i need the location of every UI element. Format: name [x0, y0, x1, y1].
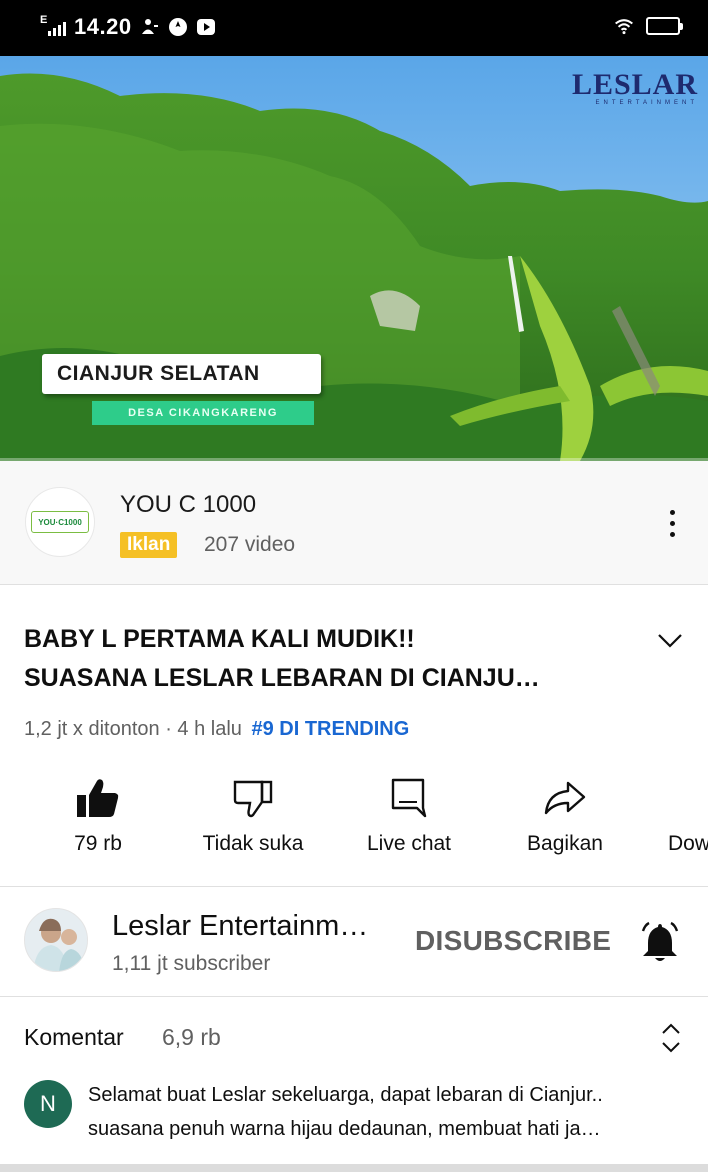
ad-avatar[interactable]: YOU·C1000 — [25, 487, 95, 557]
location-subtitle: DESA CIKANGKARENG — [92, 401, 314, 425]
comment-line2: suasana penuh warna hijau dedaunan, memb… — [88, 1118, 601, 1140]
network-type: E — [40, 14, 48, 26]
dislike-button[interactable]: Tidak suka — [188, 770, 318, 870]
download-icon — [668, 770, 708, 826]
status-time: 14.20 — [74, 14, 132, 39]
ad-badge: Iklan — [120, 532, 178, 558]
download-label: Dow — [668, 832, 708, 855]
bottom-edge — [0, 1164, 708, 1172]
share-label: Bagikan — [527, 832, 603, 855]
ad-logo: YOU·C1000 — [31, 511, 89, 533]
ad-banner[interactable]: YOU·C1000 YOU C 1000 Iklan 207 video — [0, 461, 708, 585]
trending-link[interactable]: #9 DI TRENDING — [251, 718, 409, 740]
notification-icon — [140, 17, 160, 37]
live-chat-button[interactable]: Live chat — [352, 770, 466, 870]
divider — [0, 886, 708, 887]
comments-label[interactable]: Komentar — [24, 1024, 124, 1051]
expand-collapse-icon[interactable] — [654, 1020, 688, 1056]
battery-level: 57 — [656, 20, 670, 32]
comments-count: 6,9 rb — [162, 1024, 221, 1050]
more-options-icon[interactable] — [652, 503, 692, 543]
video-player[interactable]: LESLAR ENTERTAINMENT CIANJUR SELATAN DES… — [0, 56, 708, 461]
channel-watermark: LESLAR ENTERTAINMENT — [571, 68, 698, 107]
ad-title[interactable]: YOU C 1000 — [120, 491, 256, 519]
wifi-icon — [614, 16, 634, 36]
video-title-line1: BABY L PERTAMA KALI MUDIK!! — [24, 625, 415, 653]
battery-icon: 57 — [646, 17, 683, 35]
ad-video-count: 207 video — [204, 533, 296, 556]
chevron-down-icon[interactable] — [652, 626, 688, 656]
subscriber-count: 1,11 jt subscriber — [112, 952, 271, 975]
video-title-line2: SUASANA LESLAR LEBARAN DI CIANJU… — [24, 664, 540, 692]
bell-icon[interactable] — [636, 918, 684, 966]
download-button[interactable]: Dow — [668, 770, 708, 870]
commenter-avatar[interactable]: N — [24, 1080, 72, 1128]
video-meta: 1,2 jt x ditonton · 4 h lalu #9 DI TREND… — [24, 718, 409, 741]
action-bar: 79 rb Tidak suka Live chat Bagikan Dow — [0, 770, 708, 885]
subscribed-button[interactable]: DISUBSCRIBE — [415, 925, 611, 957]
chat-icon — [352, 770, 466, 826]
thumbs-up-icon — [50, 770, 146, 826]
channel-name[interactable]: Leslar Entertainm… — [112, 910, 368, 943]
like-count: 79 rb — [74, 832, 122, 855]
comment-text[interactable]: Selamat buat Leslar sekeluarga, dapat le… — [88, 1078, 698, 1146]
signal-icon: E — [40, 14, 66, 36]
live-chat-label: Live chat — [366, 832, 452, 855]
share-button[interactable]: Bagikan — [512, 770, 618, 870]
divider — [0, 996, 708, 997]
like-button[interactable]: 79 rb — [50, 770, 146, 870]
video-title[interactable]: BABY L PERTAMA KALI MUDIK!! SUASANA LESL… — [24, 620, 634, 698]
dislike-label: Tidak suka — [202, 832, 304, 855]
views-and-time: 1,2 jt x ditonton · 4 h lalu — [24, 718, 242, 740]
comment-line1: Selamat buat Leslar sekeluarga, dapat le… — [88, 1084, 603, 1106]
channel-avatar[interactable] — [24, 908, 88, 972]
status-bar: E 14.20 57 — [0, 0, 708, 56]
youtube-icon — [196, 17, 216, 37]
thumbs-down-icon — [188, 770, 318, 826]
compass-icon — [168, 17, 188, 37]
location-title: CIANJUR SELATAN — [42, 354, 321, 394]
share-icon — [512, 770, 618, 826]
